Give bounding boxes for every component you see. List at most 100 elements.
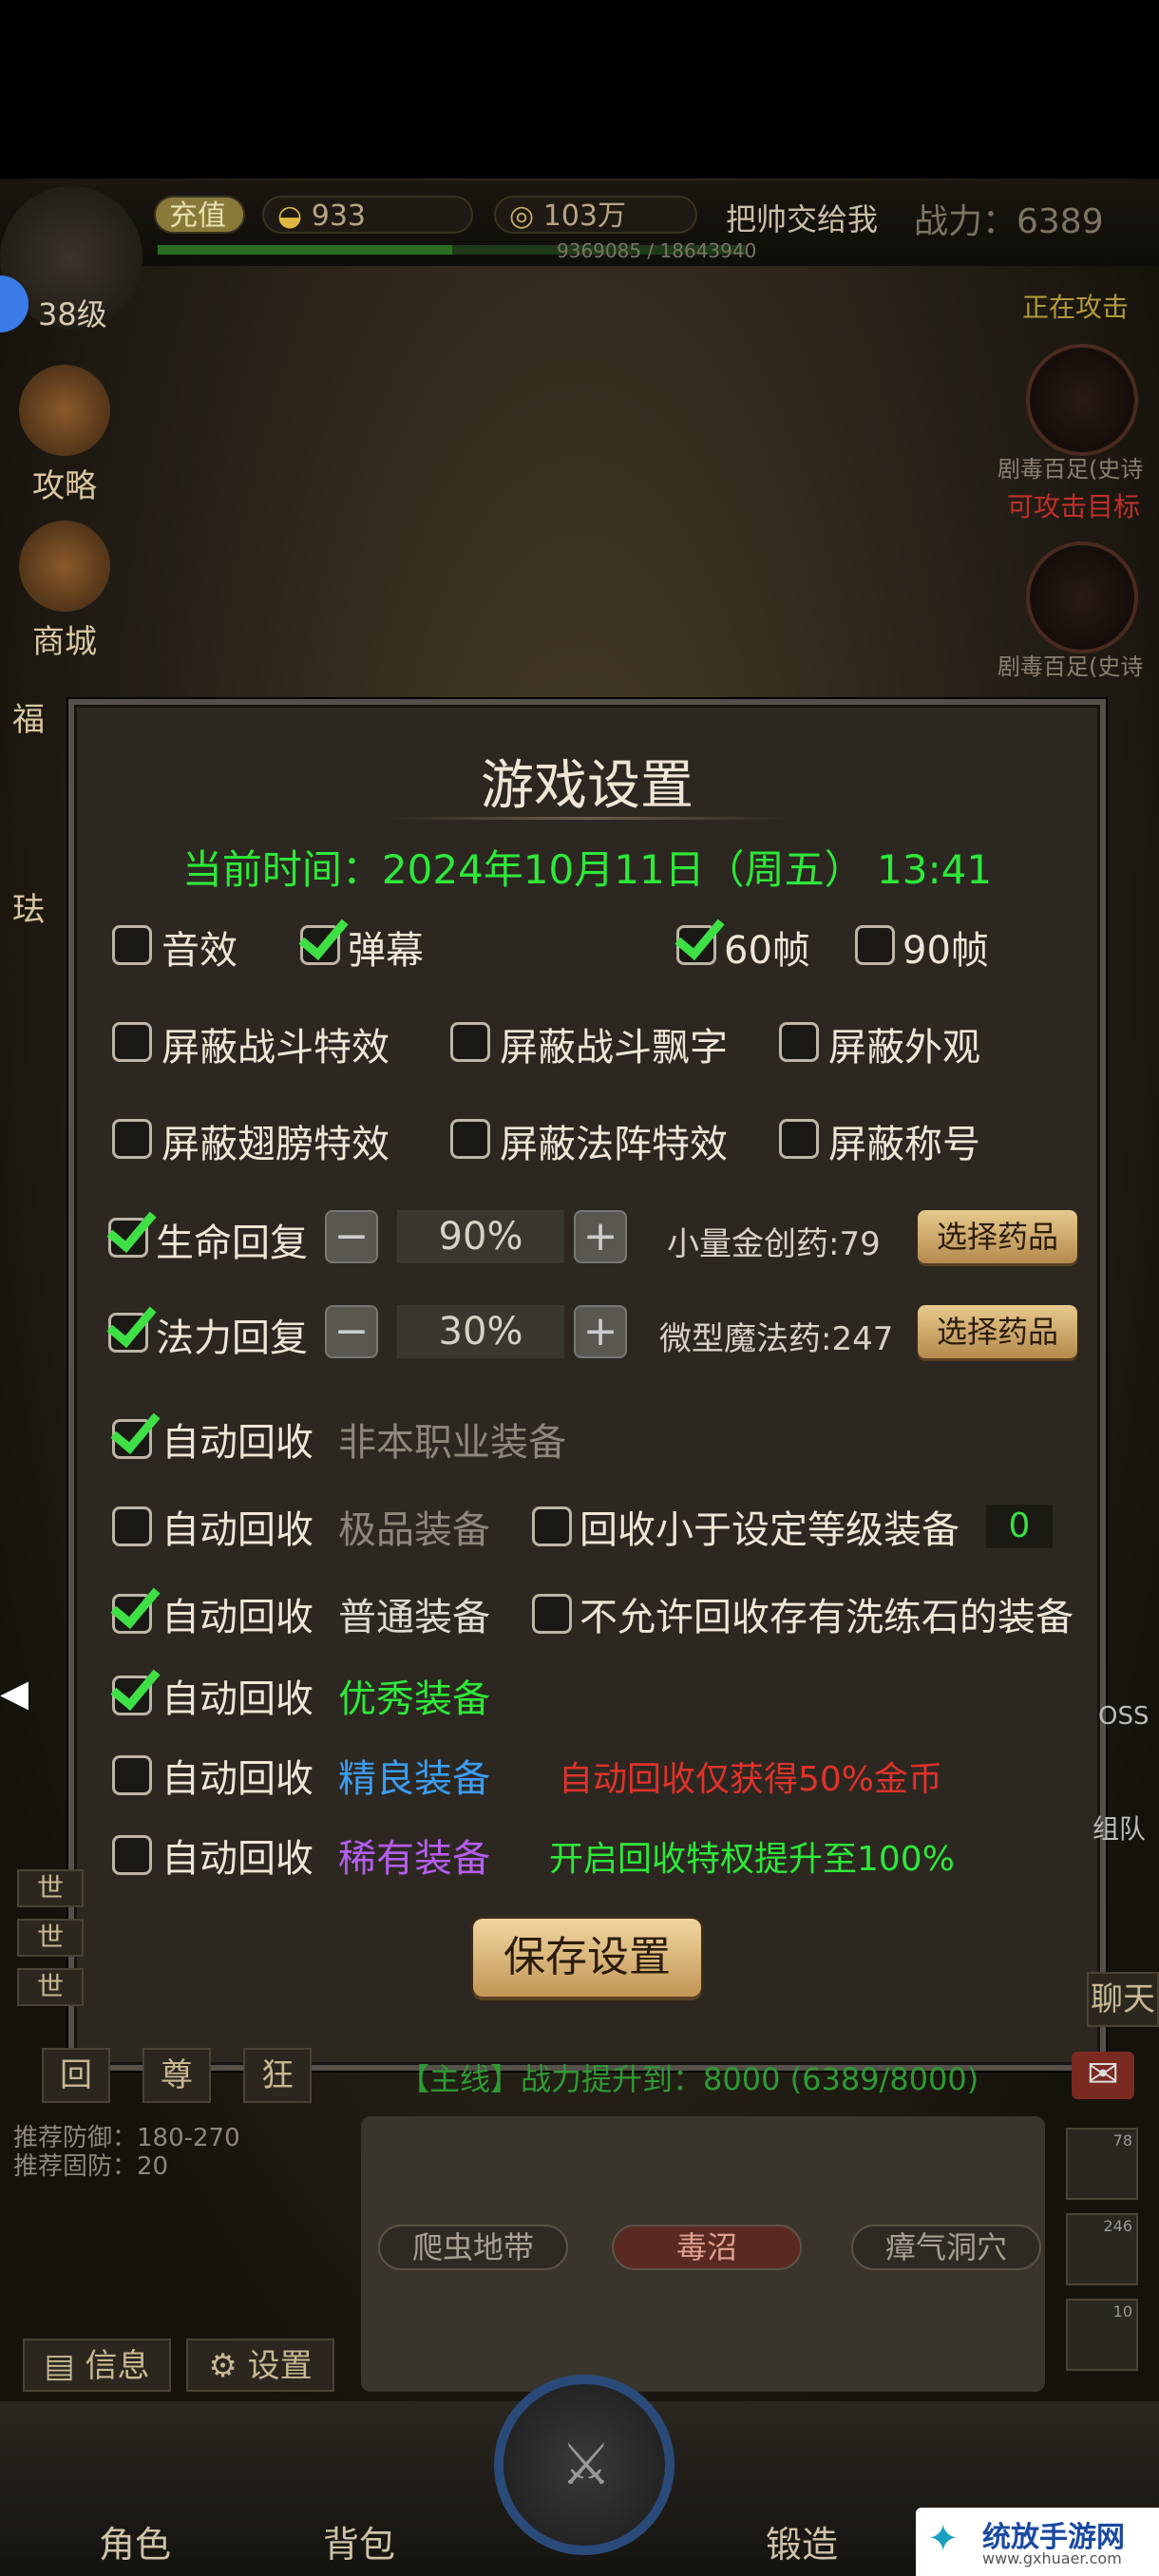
coin-icon: ◎ xyxy=(509,199,535,233)
recycle-label-3: 自动回收 xyxy=(162,1596,314,1639)
hide-damage-text-checkbox[interactable] xyxy=(450,1022,490,1062)
info-button[interactable]: ▤ 信息 xyxy=(23,2339,171,2392)
recycle-below-level-checkbox[interactable] xyxy=(532,1506,572,1546)
save-settings-button[interactable]: 保存设置 xyxy=(473,1919,701,1997)
mp-minus-button[interactable]: − xyxy=(325,1305,378,1358)
player-name: 把帅交给我 xyxy=(726,201,879,237)
boss-button[interactable]: OSS xyxy=(1098,1702,1149,1731)
watermark-icon: ✦ xyxy=(927,2517,960,2561)
menu-welfare[interactable]: 福 xyxy=(0,693,57,740)
mp-pick-potion-button[interactable]: 选择药品 xyxy=(918,1305,1077,1358)
menu-guide[interactable]: 攻略 xyxy=(17,365,112,506)
gold-value: 933 xyxy=(311,199,366,233)
chat-button[interactable]: 聊天 xyxy=(1087,1972,1159,2027)
nav-character[interactable]: 角色 xyxy=(59,2515,211,2567)
title-divider xyxy=(388,817,787,820)
hide-appearance-checkbox[interactable] xyxy=(779,1022,819,1062)
hide-battle-fx-checkbox[interactable] xyxy=(112,1022,152,1062)
no-recycle-refine-checkbox[interactable] xyxy=(532,1594,572,1634)
menu-guide-label: 攻略 xyxy=(32,467,97,505)
hide-circle-fx-label: 屏蔽法阵特效 xyxy=(500,1123,728,1166)
recycle-excellent-checkbox[interactable] xyxy=(112,1676,152,1715)
item-slot-2[interactable]: 246 xyxy=(1066,2213,1138,2285)
mail-icon[interactable]: ✉ xyxy=(1072,2052,1134,2099)
shop-icon xyxy=(19,521,110,612)
dialog-title: 游戏设置 xyxy=(481,755,694,817)
recycle-label-1: 自动回收 xyxy=(162,1421,314,1465)
item-slot-2-count: 246 xyxy=(1103,2217,1132,2235)
hp-recover-checkbox[interactable] xyxy=(108,1218,148,1258)
recharge-button[interactable]: 充值 xyxy=(154,196,245,234)
team-button[interactable]: 组队 xyxy=(1092,1809,1146,1847)
enemy-target-1[interactable] xyxy=(1026,344,1138,456)
mp-recover-checkbox[interactable] xyxy=(108,1313,148,1353)
exp-text: 9369085 / 18643940 xyxy=(557,239,757,262)
level-label: 38级 xyxy=(38,296,107,332)
enemy-target-2[interactable] xyxy=(1026,541,1138,653)
hide-title-checkbox[interactable] xyxy=(779,1119,819,1159)
item-slot-3[interactable]: 10 xyxy=(1066,2299,1138,2371)
watermark-url: www.gxhuaer.com xyxy=(982,2549,1122,2567)
tab-honor[interactable]: 尊 xyxy=(142,2048,211,2103)
mp-percent-value: 30% xyxy=(397,1305,564,1358)
gold-counter: ◒ 933 xyxy=(262,196,473,234)
chat-tab-2[interactable]: 世 xyxy=(17,1919,84,1957)
enemy-name-2: 剧毒百足(史诗 xyxy=(998,653,1144,680)
main-quest[interactable]: 【主线】战力提升到：8000 (6389/8000) xyxy=(399,2055,978,2099)
fps90-checkbox[interactable] xyxy=(855,925,895,965)
no-recycle-refine-label: 不允许回收存有洗练石的装备 xyxy=(580,1596,1074,1639)
mp-plus-button[interactable]: + xyxy=(574,1305,627,1358)
tab-recycle[interactable]: 回 xyxy=(42,2048,110,2103)
recycle-non-class-checkbox[interactable] xyxy=(112,1419,152,1459)
settings-dialog: 游戏设置 当前时间：2024年10月11日（周五） 13:41 音效 弹幕 60… xyxy=(68,699,1106,2071)
chat-tab-3[interactable]: 世 xyxy=(17,1968,84,2006)
hide-wings-fx-label: 屏蔽翅膀特效 xyxy=(162,1123,390,1166)
info-icon: ▤ xyxy=(44,2347,86,2385)
recycle-rare-label: 稀有装备 xyxy=(338,1837,490,1881)
recycle-label-2: 自动回收 xyxy=(162,1508,314,1552)
item-slot-3-count: 10 xyxy=(1112,2302,1132,2320)
fps60-checkbox[interactable] xyxy=(676,925,716,965)
map-node-2[interactable]: 毒沼 xyxy=(612,2225,802,2270)
nav-forge[interactable]: 锻造 xyxy=(726,2515,878,2567)
hide-wings-fx-checkbox[interactable] xyxy=(112,1119,152,1159)
map-node-1[interactable]: 爬虫地带 xyxy=(378,2225,568,2270)
item-slot-1[interactable]: 78 xyxy=(1066,2128,1138,2200)
fps90-label: 90帧 xyxy=(902,929,989,973)
item-slot-1-count: 78 xyxy=(1112,2131,1132,2150)
nav-bag[interactable]: 背包 xyxy=(283,2515,435,2567)
recycle-privilege-note: 开启回收特权提升至100% xyxy=(549,1840,955,1879)
gold-ingot-icon: ◒ xyxy=(277,199,303,233)
hide-title-label: 屏蔽称号 xyxy=(828,1123,980,1166)
hide-damage-text-label: 屏蔽战斗飘字 xyxy=(500,1026,728,1070)
danmaku-checkbox[interactable] xyxy=(300,925,340,965)
tab-rage[interactable]: 狂 xyxy=(243,2048,312,2103)
side-collapse-icon[interactable]: ◂ xyxy=(0,1658,28,1734)
menu-shop[interactable]: 商城 xyxy=(17,521,112,662)
recycle-top-grade-checkbox[interactable] xyxy=(112,1506,152,1546)
hp-potion-label: 小量金创药:79 xyxy=(667,1225,881,1263)
menu-item-4-label: 珐 xyxy=(12,891,45,929)
recycle-normal-label: 普通装备 xyxy=(338,1596,490,1639)
current-time: 当前时间：2024年10月11日（周五） 13:41 xyxy=(181,846,993,893)
sword-icon: ⚔ xyxy=(560,2432,612,2498)
sound-checkbox[interactable] xyxy=(112,925,152,965)
hp-pick-potion-button[interactable]: 选择药品 xyxy=(918,1210,1077,1263)
settings-button[interactable]: ⚙ 设置 xyxy=(186,2339,334,2392)
recycle-label-5: 自动回收 xyxy=(162,1757,314,1801)
hide-appearance-label: 屏蔽外观 xyxy=(828,1026,980,1070)
map-node-3[interactable]: 瘴气洞穴 xyxy=(851,2225,1041,2270)
menu-shop-label: 商城 xyxy=(32,623,97,661)
recycle-rare-checkbox[interactable] xyxy=(112,1835,152,1875)
menu-item-4[interactable]: 珐 xyxy=(0,883,57,930)
recycle-top-grade-label: 极品装备 xyxy=(338,1508,490,1552)
hp-plus-button[interactable]: + xyxy=(574,1210,627,1263)
attacking-label: 正在攻击 xyxy=(1022,292,1130,323)
recycle-normal-checkbox[interactable] xyxy=(112,1594,152,1634)
hp-minus-button[interactable]: − xyxy=(325,1210,378,1263)
hide-circle-fx-checkbox[interactable] xyxy=(450,1119,490,1159)
recycle-non-class-label: 非本职业装备 xyxy=(338,1421,566,1465)
recycle-level-input[interactable]: 0 xyxy=(986,1505,1053,1548)
recycle-fine-checkbox[interactable] xyxy=(112,1755,152,1795)
chat-tab-1[interactable]: 世 xyxy=(17,1869,84,1907)
